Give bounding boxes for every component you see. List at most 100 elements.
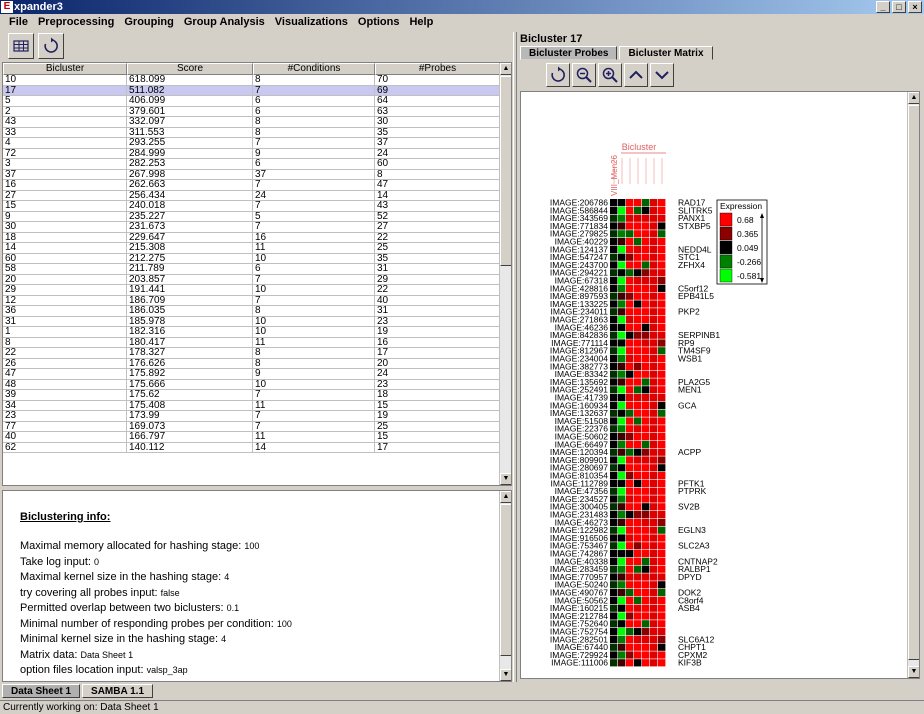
scroll-up-icon[interactable]: ▲ [500,63,511,75]
zoom-out-button[interactable] [572,63,596,87]
heatmap-cell [610,581,618,589]
heatmap-cell [658,331,666,339]
table-row[interactable]: 8 180.417 11 16 [3,337,500,348]
close-button[interactable]: × [908,1,922,13]
table-row[interactable]: 15 240.018 7 43 [3,201,500,212]
scroll-down-icon[interactable]: ▼ [500,669,511,681]
column-header-probes[interactable]: #Probes [375,63,500,75]
table-row[interactable]: 36 186.035 8 31 [3,306,500,317]
info-line: Permitted overlap between two biclusters… [20,601,292,617]
table-row[interactable]: 31 185.978 10 23 [3,316,500,327]
heatmap-cell [642,214,650,222]
heatmap-cell [642,433,650,441]
matrix-scrollbar[interactable]: ▲ ▼ [907,92,919,678]
heatmap-cell [618,628,626,636]
table-row[interactable]: 26 176.626 8 20 [3,358,500,369]
table-row[interactable]: 33 311.553 8 35 [3,127,500,138]
heatmap-cell [634,456,642,464]
table-cell: 27 [375,222,500,233]
menu-options[interactable]: Options [353,14,405,30]
table-row[interactable]: 72 284.999 9 24 [3,148,500,159]
table-row[interactable]: 5 406.099 6 64 [3,96,500,107]
column-label: VIII_Men26 [610,155,619,196]
menu-file[interactable]: File [4,14,33,30]
scroll-down-icon[interactable]: ▼ [500,473,511,485]
tab-samba[interactable]: SAMBA 1.1 [82,684,154,698]
menu-grouping[interactable]: Grouping [119,14,179,30]
table-row[interactable]: 2 379.601 6 63 [3,106,500,117]
table-cell: 16 [253,232,375,243]
table-row[interactable]: 48 175.666 10 23 [3,379,500,390]
table-row[interactable]: 39 175.62 7 18 [3,390,500,401]
panel-splitter[interactable] [513,32,517,682]
heatmap-cell [658,206,666,214]
table-row[interactable]: 77 169.073 7 25 [3,421,500,432]
table-row[interactable]: 9 235.227 5 52 [3,211,500,222]
info-line: Total number of biclusters: 77 [20,679,292,682]
scroll-thumb[interactable] [500,504,511,656]
table-row[interactable]: 14 215.308 11 25 [3,243,500,254]
table-cell: 62 [3,442,127,453]
table-row[interactable]: 29 191.441 10 22 [3,285,500,296]
table-cell: 47 [375,180,500,191]
table-row[interactable]: 3 282.253 6 60 [3,159,500,170]
heatmap-cell [618,394,626,402]
menu-group-analysis[interactable]: Group Analysis [179,14,270,30]
table-row[interactable]: 34 175.408 11 15 [3,400,500,411]
table-row[interactable]: 4 293.255 7 37 [3,138,500,149]
heatmap-cell [618,565,626,573]
heatmap-cell [626,534,634,542]
table-row[interactable]: 27 256.434 24 14 [3,190,500,201]
table-row[interactable]: 58 211.789 6 31 [3,264,500,275]
table-row[interactable]: 22 178.327 8 17 [3,348,500,359]
table-row[interactable]: 20 203.857 7 29 [3,274,500,285]
table-row[interactable]: 1 182.316 10 19 [3,327,500,338]
menu-help[interactable]: Help [404,14,438,30]
refresh-button[interactable] [38,33,64,59]
heatmap-cell [610,199,618,207]
scroll-thumb[interactable] [500,76,511,266]
move-up-button[interactable] [624,63,648,87]
maximize-button[interactable]: □ [892,1,906,13]
column-header-bicluster[interactable]: Bicluster [3,63,127,75]
heatmap-cell [634,557,642,565]
table-cell: 22 [375,232,500,243]
table-row[interactable]: 10 618.099 8 70 [3,75,500,86]
heatmap-cell [658,417,666,425]
table-scrollbar[interactable]: ▲ ▼ [499,63,511,485]
heatmap-cell [658,604,666,612]
table-row[interactable]: 62 140.112 14 17 [3,442,500,453]
table-view-button[interactable] [8,33,34,59]
scroll-up-icon[interactable]: ▲ [908,92,919,104]
zoom-in-button[interactable] [598,63,622,87]
table-row[interactable]: 40 166.797 11 15 [3,432,500,443]
matrix-refresh-button[interactable] [546,63,570,87]
menu-preprocessing[interactable]: Preprocessing [33,14,119,30]
column-header-score[interactable]: Score [127,63,253,75]
scroll-thumb[interactable] [908,105,919,660]
table-row[interactable]: 12 186.709 7 40 [3,295,500,306]
move-down-button[interactable] [650,63,674,87]
menu-visualizations[interactable]: Visualizations [270,14,353,30]
tab-data-sheet-1[interactable]: Data Sheet 1 [2,684,81,698]
scroll-up-icon[interactable]: ▲ [500,491,511,503]
table-row[interactable]: 47 175.892 9 24 [3,369,500,380]
table-row[interactable]: 18 229.647 16 22 [3,232,500,243]
table-row[interactable]: 17 511.082 7 69 [3,85,500,96]
table-row[interactable]: 30 231.673 7 27 [3,222,500,233]
table-row[interactable]: 60 212.275 10 35 [3,253,500,264]
scroll-down-icon[interactable]: ▼ [908,666,919,678]
table-row[interactable]: 16 262.663 7 47 [3,180,500,191]
table-row[interactable]: 43 332.097 8 30 [3,117,500,128]
info-scrollbar[interactable]: ▲ ▼ [499,491,511,681]
heatmap-cell [634,581,642,589]
heatmap-cell [626,596,634,604]
tab-bicluster-probes[interactable]: Bicluster Probes [520,46,618,60]
minimize-button[interactable]: _ [876,1,890,13]
heatmap-cell [642,323,650,331]
table-row[interactable]: 37 267.998 37 8 [3,169,500,180]
tab-bicluster-matrix[interactable]: Bicluster Matrix [619,46,713,60]
table-row[interactable]: 23 173.99 7 19 [3,411,500,422]
column-header-conditions[interactable]: #Conditions [253,63,375,75]
table-cell: 17 [375,348,500,359]
